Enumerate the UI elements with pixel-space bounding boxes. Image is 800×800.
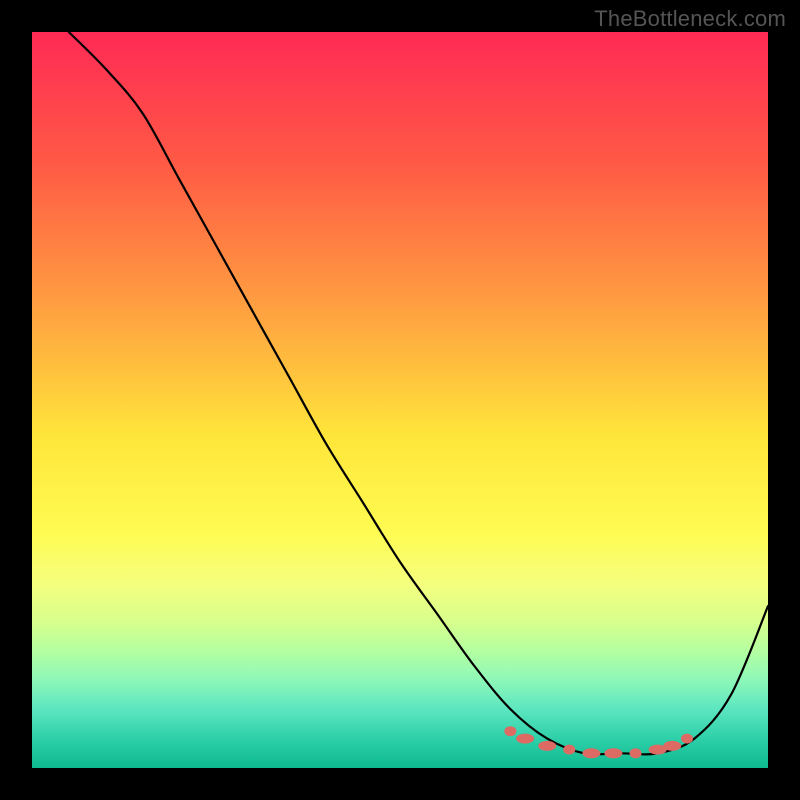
plot-area (32, 32, 768, 768)
watermark-text: TheBottleneck.com (594, 6, 786, 32)
marker-group (504, 726, 693, 758)
curve-marker (604, 748, 622, 758)
curve-marker (582, 748, 600, 758)
chart-frame: TheBottleneck.com (0, 0, 800, 800)
curve-marker (681, 734, 693, 744)
bottleneck-curve (69, 32, 768, 754)
chart-svg (32, 32, 768, 768)
curve-marker (538, 741, 556, 751)
curve-marker (504, 726, 516, 736)
curve-marker (630, 748, 642, 758)
curve-marker (516, 734, 534, 744)
curve-marker (563, 745, 575, 755)
curve-marker (663, 741, 681, 751)
